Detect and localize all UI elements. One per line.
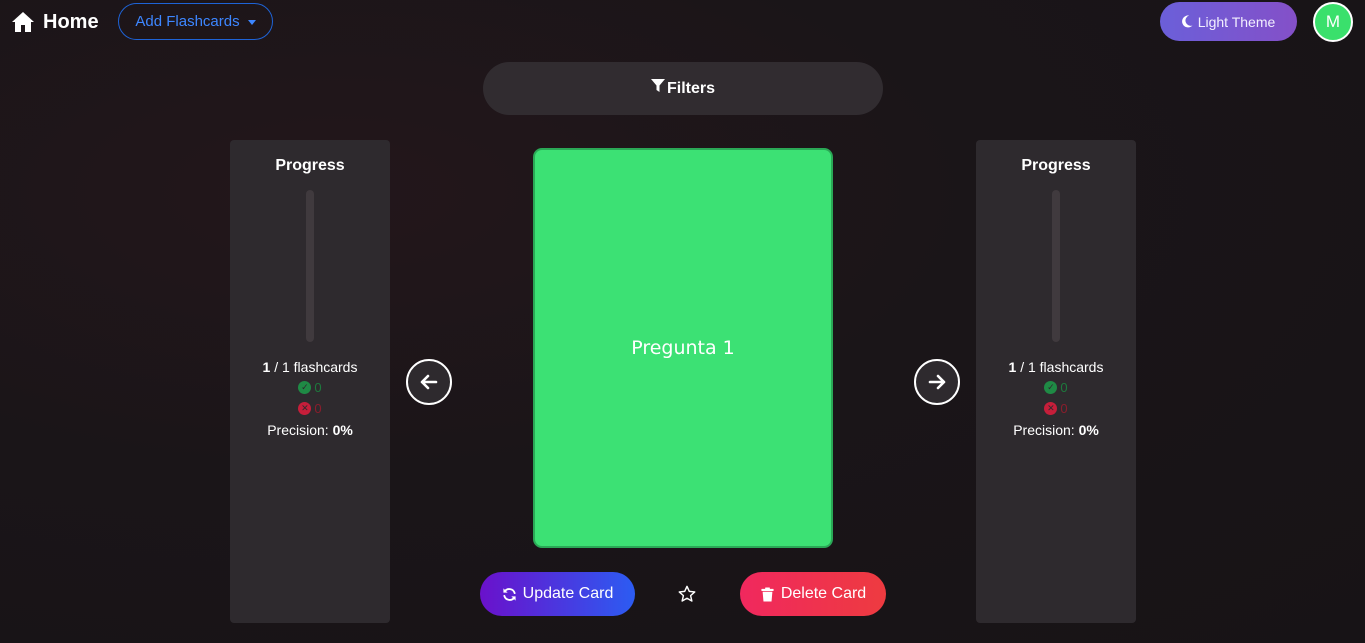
correct-value: 0 bbox=[314, 380, 322, 395]
flashcard-count: 1 / 1 flashcards bbox=[230, 359, 390, 375]
flashcard-total: / 1 flashcards bbox=[270, 359, 358, 375]
sync-icon bbox=[502, 587, 517, 602]
progress-panel-right: Progress 1 / 1 flashcards ✓ 0 ✕ 0 Precis… bbox=[976, 140, 1136, 623]
wrong-count: ✕ 0 bbox=[976, 401, 1136, 416]
precision-value: 0% bbox=[1078, 422, 1099, 438]
add-flashcards-label: Add Flashcards bbox=[135, 13, 240, 30]
star-outline-icon bbox=[678, 585, 696, 603]
update-card-button[interactable]: Update Card bbox=[480, 572, 635, 616]
progress-panel-left: Progress 1 / 1 flashcards ✓ 0 ✕ 0 Precis… bbox=[230, 140, 390, 623]
caret-down-icon bbox=[247, 20, 256, 25]
filters-label: Filters bbox=[666, 79, 715, 97]
wrong-value: 0 bbox=[314, 401, 322, 416]
previous-card-button[interactable] bbox=[406, 359, 452, 405]
correct-count: ✓ 0 bbox=[230, 380, 390, 395]
precision-value: 0% bbox=[332, 422, 353, 438]
update-card-label: Update Card bbox=[522, 585, 614, 602]
arrow-right-icon bbox=[927, 372, 947, 392]
filters-toggle[interactable]: Filters bbox=[483, 62, 883, 115]
precision: Precision: 0% bbox=[976, 422, 1136, 438]
x-circle-icon: ✕ bbox=[298, 402, 312, 415]
home-icon bbox=[11, 11, 35, 33]
add-flashcards-dropdown[interactable]: Add Flashcards bbox=[118, 3, 273, 40]
wrong-value: 0 bbox=[1060, 401, 1068, 416]
user-avatar[interactable]: M bbox=[1313, 2, 1353, 42]
moon-icon bbox=[1181, 15, 1193, 28]
home-label: Home bbox=[43, 10, 99, 33]
trash-icon bbox=[760, 586, 775, 602]
filter-icon bbox=[650, 78, 665, 93]
favorite-button[interactable] bbox=[673, 580, 701, 608]
light-theme-button[interactable]: Light Theme bbox=[1160, 2, 1297, 41]
progress-bar bbox=[1052, 190, 1060, 342]
precision: Precision: 0% bbox=[230, 422, 390, 438]
x-circle-icon: ✕ bbox=[1044, 402, 1058, 415]
delete-card-button[interactable]: Delete Card bbox=[740, 572, 886, 616]
flashcard-question: Pregunta 1 bbox=[631, 337, 735, 359]
correct-count: ✓ 0 bbox=[976, 380, 1136, 395]
arrow-left-icon bbox=[419, 372, 439, 392]
delete-card-label: Delete Card bbox=[780, 585, 867, 602]
correct-value: 0 bbox=[1060, 380, 1068, 395]
light-theme-label: Light Theme bbox=[1197, 13, 1276, 30]
flashcard-count: 1 / 1 flashcards bbox=[976, 359, 1136, 375]
check-circle-icon: ✓ bbox=[1044, 381, 1058, 394]
precision-label: Precision: bbox=[1013, 422, 1079, 438]
home-link[interactable]: Home bbox=[11, 9, 99, 35]
flashcard-total: / 1 flashcards bbox=[1016, 359, 1104, 375]
progress-title: Progress bbox=[275, 157, 345, 174]
check-circle-icon: ✓ bbox=[298, 381, 312, 394]
precision-label: Precision: bbox=[267, 422, 333, 438]
next-card-button[interactable] bbox=[914, 359, 960, 405]
flashcards-app: Home Add Flashcards Light Theme M Filter… bbox=[0, 0, 1365, 643]
flashcard[interactable]: Pregunta 1 bbox=[535, 150, 831, 546]
progress-title: Progress bbox=[1021, 157, 1091, 174]
progress-bar bbox=[306, 190, 314, 342]
wrong-count: ✕ 0 bbox=[230, 401, 390, 416]
avatar-initial: M bbox=[1325, 12, 1341, 31]
